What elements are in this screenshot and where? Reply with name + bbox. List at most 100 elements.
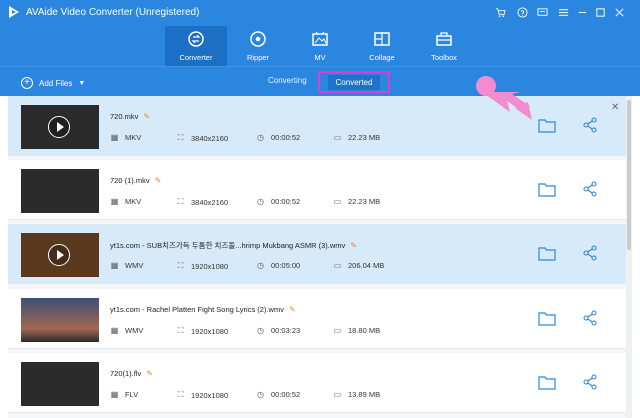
app-title: AVAide Video Converter (Unregistered) bbox=[26, 7, 200, 18]
video-thumbnail[interactable] bbox=[21, 233, 99, 277]
resolution-icon: ⛶ bbox=[177, 390, 184, 399]
size-value: 22.23 MB bbox=[348, 133, 381, 142]
open-folder-icon[interactable] bbox=[538, 375, 556, 390]
duration-value: 00:03:23 bbox=[271, 326, 301, 335]
resolution-value: 1920x1080 bbox=[191, 326, 229, 336]
video-thumbnail[interactable] bbox=[21, 105, 99, 149]
nav-converter[interactable]: Converter bbox=[165, 26, 227, 66]
tab-converting[interactable]: Converting bbox=[268, 76, 307, 85]
file-resolution: ⛶ 3840x2160 bbox=[176, 197, 228, 207]
file-name: yt1s.com - Rachel Platten Fight Song Lyr… bbox=[110, 305, 284, 314]
file-resolution: ⛶ 1920x1080 bbox=[176, 326, 228, 336]
file-size: ▭ 206.04 MB bbox=[333, 261, 385, 270]
format-value: MKV bbox=[125, 133, 142, 142]
clock-icon: ◷ bbox=[257, 261, 264, 270]
nav-label: Collage bbox=[369, 53, 395, 62]
open-folder-icon[interactable] bbox=[538, 246, 556, 261]
open-folder-icon[interactable] bbox=[538, 182, 556, 197]
nav-toolbox[interactable]: Toolbox bbox=[413, 26, 475, 66]
format-value: MKV bbox=[125, 197, 142, 206]
nav-collage[interactable]: Collage bbox=[351, 26, 413, 66]
file-name: 720 (1).mkv bbox=[110, 176, 150, 185]
play-icon[interactable] bbox=[48, 244, 70, 266]
file-name-line: yt1s.com - Rachel Platten Fight Song Lyr… bbox=[110, 305, 296, 314]
resolution-icon: ⛶ bbox=[177, 261, 184, 270]
toolbox-icon bbox=[436, 32, 452, 46]
folder-small-icon: ▭ bbox=[333, 197, 342, 206]
minimize-icon[interactable] bbox=[574, 4, 590, 20]
ripper-icon bbox=[250, 31, 266, 47]
open-folder-icon[interactable] bbox=[538, 311, 556, 326]
file-format: ▦ FLV bbox=[110, 390, 138, 399]
nav-label: Toolbox bbox=[431, 53, 457, 62]
video-thumbnail[interactable] bbox=[21, 362, 99, 406]
clock-icon: ◷ bbox=[257, 133, 264, 142]
file-size: ▭ 13.89 MB bbox=[333, 390, 380, 399]
file-name-line: 720 (1).mkv ✎ bbox=[110, 176, 161, 185]
video-thumbnail[interactable] bbox=[21, 298, 99, 342]
clock-icon: ◷ bbox=[257, 390, 264, 399]
user-icon[interactable] bbox=[514, 4, 530, 20]
film-icon: ▦ bbox=[110, 197, 119, 206]
edit-pencil-icon[interactable]: ✎ bbox=[350, 241, 357, 250]
edit-pencil-icon[interactable]: ✎ bbox=[146, 369, 153, 378]
video-thumbnail[interactable] bbox=[21, 169, 99, 213]
file-row[interactable]: yt1s.com - Rachel Platten Fight Song Lyr… bbox=[8, 289, 626, 349]
file-name-line: 720(1).flv ✎ bbox=[110, 369, 153, 378]
play-icon[interactable] bbox=[48, 116, 70, 138]
file-format: ▦ WMV bbox=[110, 326, 144, 335]
format-value: WMV bbox=[125, 261, 144, 270]
folder-small-icon: ▭ bbox=[333, 261, 342, 270]
edit-pencil-icon[interactable]: ✎ bbox=[155, 176, 162, 185]
feedback-icon[interactable] bbox=[534, 4, 550, 20]
nav-ripper[interactable]: Ripper bbox=[227, 26, 289, 66]
menu-icon[interactable] bbox=[555, 4, 571, 20]
file-list: 720.mkv ✎ ▦ MKV ⛶ 3840x2160 ◷ 00:00:52 ▭ 22.2… bbox=[8, 96, 626, 418]
resolution-icon: ⛶ bbox=[177, 326, 184, 335]
annotation-pointer-arrow-icon bbox=[476, 76, 532, 120]
film-icon: ▦ bbox=[110, 390, 119, 399]
nav-label: Converter bbox=[179, 53, 213, 62]
file-name: yt1s.com - SUB치즈가득 두툼한 치즈돌...hrimp Mukba… bbox=[110, 241, 346, 250]
file-duration: ◷ 00:00:52 bbox=[256, 197, 300, 206]
folder-small-icon: ▭ bbox=[333, 133, 342, 142]
file-size: ▭ 22.23 MB bbox=[333, 133, 380, 142]
film-icon: ▦ bbox=[110, 326, 119, 335]
share-icon[interactable] bbox=[582, 245, 598, 261]
tab-converted[interactable]: Converted bbox=[318, 71, 390, 93]
size-value: 206.04 MB bbox=[348, 261, 385, 270]
share-icon[interactable] bbox=[582, 374, 598, 390]
file-duration: ◷ 00:03:23 bbox=[256, 326, 300, 335]
file-row[interactable]: 720 (1).mkv ✎ ▦ MKV ⛶ 3840x2160 ◷ 00:00:52 ▭… bbox=[8, 160, 626, 220]
resolution-value: 1920x1080 bbox=[191, 261, 229, 271]
file-format: ▦ MKV bbox=[110, 197, 142, 206]
cart-icon[interactable] bbox=[492, 4, 508, 20]
add-files-button[interactable]: + Add Files ▼ bbox=[21, 76, 85, 90]
file-row[interactable]: 720(1).flv ✎ ▦ FLV ⛶ 1920x1080 ◷ 00:00:52 ▭ 1… bbox=[8, 353, 626, 413]
maximize-icon[interactable] bbox=[592, 4, 608, 20]
duration-value: 00:00:52 bbox=[271, 133, 301, 142]
close-icon[interactable]: ✕ bbox=[611, 102, 619, 113]
share-icon[interactable] bbox=[582, 181, 598, 197]
file-row[interactable]: yt1s.com - SUB치즈가득 두툼한 치즈돌...hrimp Mukba… bbox=[8, 224, 626, 284]
duration-value: 00:05:00 bbox=[271, 261, 301, 270]
title-bar: AVAide Video Converter (Unregistered) bbox=[0, 0, 640, 26]
film-icon: ▦ bbox=[110, 133, 119, 142]
scrollbar[interactable] bbox=[626, 96, 632, 418]
scrollbar-thumb[interactable] bbox=[627, 100, 631, 250]
resolution-value: 3840x2160 bbox=[191, 133, 229, 143]
share-icon[interactable] bbox=[582, 117, 598, 133]
duration-value: 00:00:52 bbox=[271, 197, 301, 206]
file-duration: ◷ 00:00:52 bbox=[256, 390, 300, 399]
film-icon: ▦ bbox=[110, 261, 119, 270]
clock-icon: ◷ bbox=[257, 197, 264, 206]
file-resolution: ⛶ 3840x2160 bbox=[176, 133, 228, 143]
nav-mv[interactable]: MV bbox=[289, 26, 351, 66]
share-icon[interactable] bbox=[582, 310, 598, 326]
collage-icon bbox=[374, 32, 390, 46]
resolution-value: 1920x1080 bbox=[191, 390, 229, 400]
close-window-icon[interactable] bbox=[611, 4, 627, 20]
edit-pencil-icon[interactable]: ✎ bbox=[289, 305, 296, 314]
chevron-down-icon[interactable]: ▼ bbox=[78, 80, 85, 87]
edit-pencil-icon[interactable]: ✎ bbox=[143, 112, 150, 121]
